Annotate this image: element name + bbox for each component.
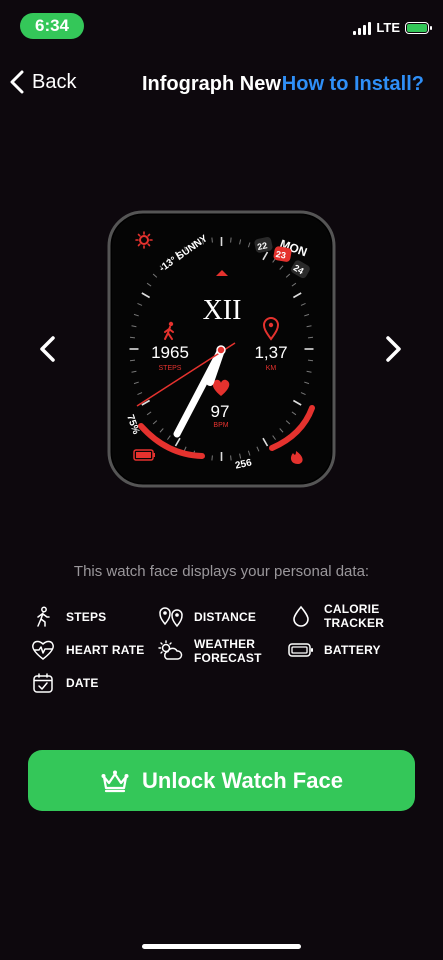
watch-face-carousel: -13° SUNNY MON 22 23 24 XII 1965 STEPS 1…	[0, 200, 443, 500]
feature-calorie-tracker: CALORIE TRACKER	[288, 602, 384, 630]
chevron-left-icon	[40, 336, 55, 362]
calendar-icon	[30, 670, 56, 696]
steps-value: 1965	[151, 343, 189, 362]
back-button[interactable]: Back	[10, 70, 76, 94]
feature-label: WEATHER FORECAST	[194, 637, 262, 665]
personal-data-caption: This watch face displays your personal d…	[73, 563, 370, 580]
minute-tick	[307, 359, 314, 362]
status-time[interactable]: 6:34	[20, 13, 84, 39]
network-type: LTE	[376, 20, 400, 35]
battery-icon	[288, 637, 314, 663]
distance-label: KM	[266, 365, 277, 372]
feature-label: STEPS	[66, 610, 107, 624]
feature-label: BATTERY	[324, 643, 381, 657]
status-bar: 6:34 LTE	[0, 0, 443, 50]
status-indicators: LTE	[353, 20, 432, 35]
drop-icon	[288, 603, 314, 629]
minute-tick	[129, 336, 136, 339]
walking-icon	[30, 604, 56, 630]
minute-tick	[230, 455, 232, 461]
feature-label: HEART RATE	[66, 643, 145, 657]
minute-tick	[211, 455, 213, 461]
unlock-button-label: Unlock Watch Face	[142, 767, 343, 793]
minute-tick	[211, 237, 213, 243]
feature-battery: BATTERY	[288, 637, 381, 663]
feature-label: DISTANCE	[194, 610, 257, 624]
feature-label: CALORIE TRACKER	[324, 602, 385, 630]
minute-tick	[129, 359, 136, 362]
location-pin-icon	[158, 604, 184, 630]
home-indicator[interactable]	[142, 944, 301, 949]
unlock-watch-face-button[interactable]: Unlock Watch Face	[28, 750, 415, 811]
chevron-left-icon	[10, 70, 24, 94]
feature-steps: STEPS	[30, 604, 106, 630]
feature-list: STEPS DISTANCE CALORIE TRACKER HEART RAT…	[0, 600, 443, 700]
heart-value: 97	[211, 402, 230, 421]
previous-face-button[interactable]	[37, 335, 59, 368]
distance-value: 1,37	[254, 343, 287, 362]
navigation-bar: Back Infograph New How to Install?	[0, 62, 443, 108]
date-current: 23	[275, 249, 287, 261]
minute-tick	[307, 336, 314, 339]
heart-label: BPM	[213, 422, 228, 429]
cellular-signal-icon	[353, 21, 372, 35]
feature-label: DATE	[66, 676, 99, 690]
next-face-button[interactable]	[382, 335, 404, 368]
feature-date: DATE	[30, 670, 99, 696]
page-title: Infograph New	[142, 73, 281, 95]
battery-status-icon	[405, 21, 432, 34]
how-to-install-link[interactable]: How to Install?	[282, 73, 424, 96]
weather-icon	[158, 638, 184, 664]
hour-numeral: XII	[203, 295, 242, 326]
hand-pivot	[216, 345, 226, 355]
chevron-right-icon	[386, 336, 401, 362]
crown-icon	[101, 770, 129, 792]
feature-weather-forecast: WEATHER FORECAST	[158, 637, 262, 665]
feature-distance: DISTANCE	[158, 604, 256, 630]
feature-heart-rate: HEART RATE	[30, 637, 144, 663]
date-prev: 22	[256, 240, 268, 252]
watch-face-preview: -13° SUNNY MON 22 23 24 XII 1965 STEPS 1…	[107, 210, 336, 488]
back-label: Back	[32, 70, 77, 93]
steps-label: STEPS	[159, 365, 182, 372]
minute-tick	[230, 237, 232, 243]
heart-rate-icon	[30, 637, 56, 663]
